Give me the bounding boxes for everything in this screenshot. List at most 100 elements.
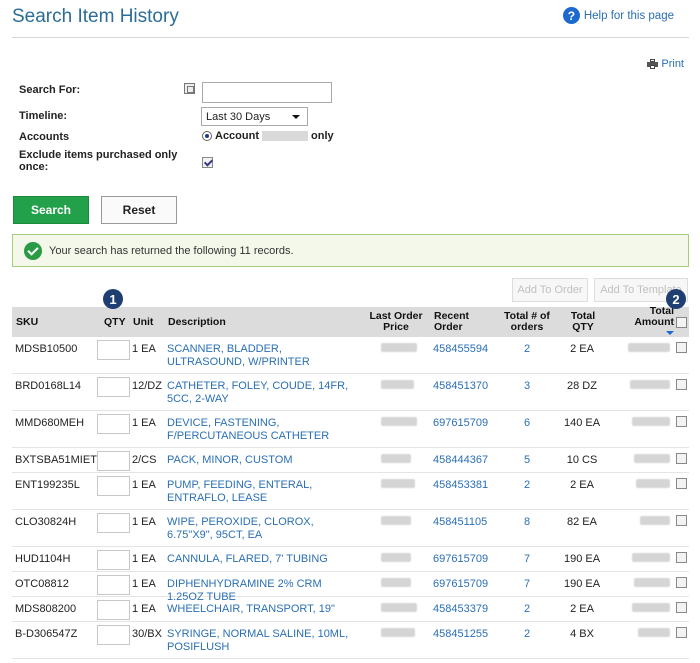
redacted-price [381, 516, 411, 525]
row-checkbox[interactable] [676, 515, 687, 526]
table-row: HUD1104H 1 EA CANNULA, FLARED, 7' TUBING 69… [12, 547, 689, 572]
total-amount-cell [620, 343, 670, 356]
last-order-price-cell [381, 479, 424, 492]
sku-cell: MMD680MEH [15, 417, 85, 429]
row-checkbox[interactable] [676, 552, 687, 563]
total-orders-link[interactable]: 2 [508, 603, 546, 616]
row-checkbox[interactable] [676, 342, 687, 353]
row-checkbox[interactable] [676, 577, 687, 588]
recent-order-link[interactable]: 458451255 [433, 628, 488, 641]
timeline-value: Last 30 Days [206, 110, 271, 123]
reset-button[interactable]: Reset [101, 196, 177, 224]
row-checkbox[interactable] [676, 453, 687, 464]
last-order-price-cell [381, 578, 424, 591]
description-link[interactable]: CANNULA, FLARED, 7' TUBING [167, 553, 352, 566]
row-checkbox[interactable] [676, 627, 687, 638]
unit-cell: 1 EA [132, 516, 156, 528]
search-button[interactable]: Search [13, 196, 89, 224]
header-sku[interactable]: SKU [16, 307, 38, 337]
description-link[interactable]: WIPE, PEROXIDE, CLOROX, 6.75"X9", 95CT, … [167, 516, 352, 542]
redacted-amount [632, 553, 670, 562]
total-orders-link[interactable]: 2 [508, 628, 546, 641]
total-qty-cell: 190 EA [563, 553, 601, 565]
recent-order-link[interactable]: 458455594 [433, 343, 488, 356]
recent-order-link[interactable]: 458453379 [433, 603, 488, 616]
total-orders-link[interactable]: 8 [508, 516, 546, 529]
total-amount-cell [620, 454, 670, 467]
redacted-price [381, 578, 411, 587]
row-checkbox[interactable] [676, 379, 687, 390]
account-radio-option[interactable]: Account only [202, 130, 334, 142]
header-description[interactable]: Description [168, 307, 226, 337]
total-qty-cell: 140 EA [563, 417, 601, 429]
total-orders-link[interactable]: 5 [508, 454, 546, 467]
row-checkbox[interactable] [676, 478, 687, 489]
description-link[interactable]: DEVICE, FASTENING, F/PERCUTANEOUS CATHET… [167, 417, 352, 443]
recent-order-link[interactable]: 697615709 [433, 553, 488, 566]
qty-input[interactable] [97, 451, 130, 471]
sku-cell: HUD1104H [15, 553, 71, 565]
total-orders-link[interactable]: 7 [508, 578, 546, 591]
search-input[interactable] [202, 82, 332, 103]
table-row: OTC08812 1 EA DIPHENHYDRAMINE 2% CRM 1.25O… [12, 572, 689, 603]
row-checkbox[interactable] [676, 416, 687, 427]
help-icon: ? [562, 7, 580, 24]
total-orders-link[interactable]: 2 [508, 479, 546, 492]
description-link[interactable]: PACK, MINOR, CUSTOM [167, 454, 352, 467]
description-link[interactable]: WHEELCHAIR, TRANSPORT, 19" [167, 603, 352, 616]
description-link[interactable]: CATHETER, FOLEY, COUDE, 14FR, 5CC, 2-WAY [167, 380, 352, 406]
recent-order-link[interactable]: 697615709 [433, 417, 488, 430]
recent-order-link[interactable]: 458444367 [433, 454, 488, 467]
select-all-checkbox[interactable] [676, 317, 687, 328]
total-orders-link[interactable]: 2 [508, 343, 546, 356]
unit-cell: 1 EA [132, 553, 156, 565]
total-qty-cell: 190 EA [563, 578, 601, 590]
chevron-down-icon [292, 114, 300, 119]
qty-input[interactable] [97, 625, 130, 645]
row-checkbox[interactable] [676, 602, 687, 613]
total-orders-link[interactable]: 3 [508, 380, 546, 393]
table-row: MMD680MEH 1 EA DEVICE, FASTENING, F/PERCUT… [12, 411, 689, 448]
header-total-orders[interactable]: Total # of orders [500, 307, 554, 337]
redacted-amount [632, 417, 670, 426]
recent-order-link[interactable]: 458453381 [433, 479, 488, 492]
header-unit[interactable]: Unit [133, 307, 153, 337]
total-orders-link[interactable]: 7 [508, 553, 546, 566]
header-last-order-price[interactable]: Last Order Price [366, 307, 426, 337]
total-qty-cell: 2 EA [570, 343, 594, 355]
total-qty-cell: 82 EA [567, 516, 597, 528]
header-recent-order[interactable]: Recent Order [434, 307, 484, 337]
recent-order-link[interactable]: 458451370 [433, 380, 488, 393]
description-link[interactable]: SYRINGE, NORMAL SALINE, 10ML, POSIFLUSH [167, 628, 352, 654]
qty-input[interactable] [97, 476, 130, 496]
description-link[interactable]: PUMP, FEEDING, ENTERAL, ENTRAFLO, LEASE [167, 479, 352, 505]
redacted-amount [634, 454, 670, 463]
exclude-checkbox[interactable] [202, 157, 213, 168]
total-orders-link[interactable]: 6 [508, 417, 546, 430]
lookup-icon[interactable] [184, 83, 195, 94]
account-prefix: Account [215, 130, 259, 142]
qty-input[interactable] [97, 575, 130, 595]
result-message: Your search has returned the following 1… [49, 244, 294, 257]
qty-input[interactable] [97, 513, 130, 533]
header-total-qty[interactable]: Total QTY [568, 307, 598, 337]
qty-input[interactable] [97, 600, 130, 620]
timeline-select[interactable]: Last 30 Days [201, 107, 308, 126]
accounts-label: Accounts [19, 131, 70, 143]
header-total-amount[interactable]: Total Amount [632, 305, 674, 337]
unit-cell: 1 EA [132, 479, 156, 491]
help-link[interactable]: ? Help for this page [562, 7, 674, 24]
redacted-amount [638, 628, 670, 637]
account-radio[interactable] [202, 131, 212, 141]
qty-input[interactable] [97, 414, 130, 434]
qty-input[interactable] [97, 340, 130, 360]
print-link[interactable]: Print [647, 58, 684, 70]
add-to-order-button[interactable]: Add To Order [512, 278, 588, 302]
qty-input[interactable] [97, 377, 130, 397]
description-link[interactable]: SCANNER, BLADDER, ULTRASOUND, W/PRINTER [167, 343, 352, 369]
redacted-price [381, 417, 417, 426]
redacted-amount [634, 578, 670, 587]
qty-input[interactable] [97, 550, 130, 570]
recent-order-link[interactable]: 697615709 [433, 578, 488, 591]
recent-order-link[interactable]: 458451105 [433, 516, 487, 529]
